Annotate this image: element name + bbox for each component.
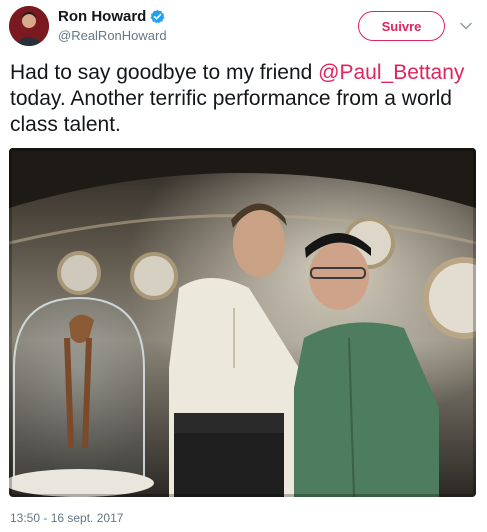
tweet-text: Had to say goodbye to my friend @Paul_Be… bbox=[10, 60, 480, 138]
follow-button[interactable]: Suivre bbox=[358, 11, 445, 41]
author-name[interactable]: Ron Howard bbox=[58, 8, 146, 25]
mention-link[interactable]: @Paul_Bettany bbox=[318, 61, 464, 84]
tweet-photo[interactable] bbox=[9, 148, 476, 497]
author-avatar[interactable] bbox=[9, 6, 49, 46]
verified-badge-icon bbox=[150, 9, 165, 24]
author-handle[interactable]: @RealRonHoward bbox=[58, 28, 167, 43]
author-name-row[interactable]: Ron Howard bbox=[58, 8, 165, 25]
tweet-text-end: today. Another terrific performance from… bbox=[10, 87, 452, 136]
chevron-down-icon[interactable] bbox=[460, 22, 472, 30]
tweet-timestamp[interactable]: 13:50 - 16 sept. 2017 bbox=[10, 511, 123, 525]
tweet-text-start: Had to say goodbye to my friend bbox=[10, 61, 319, 84]
